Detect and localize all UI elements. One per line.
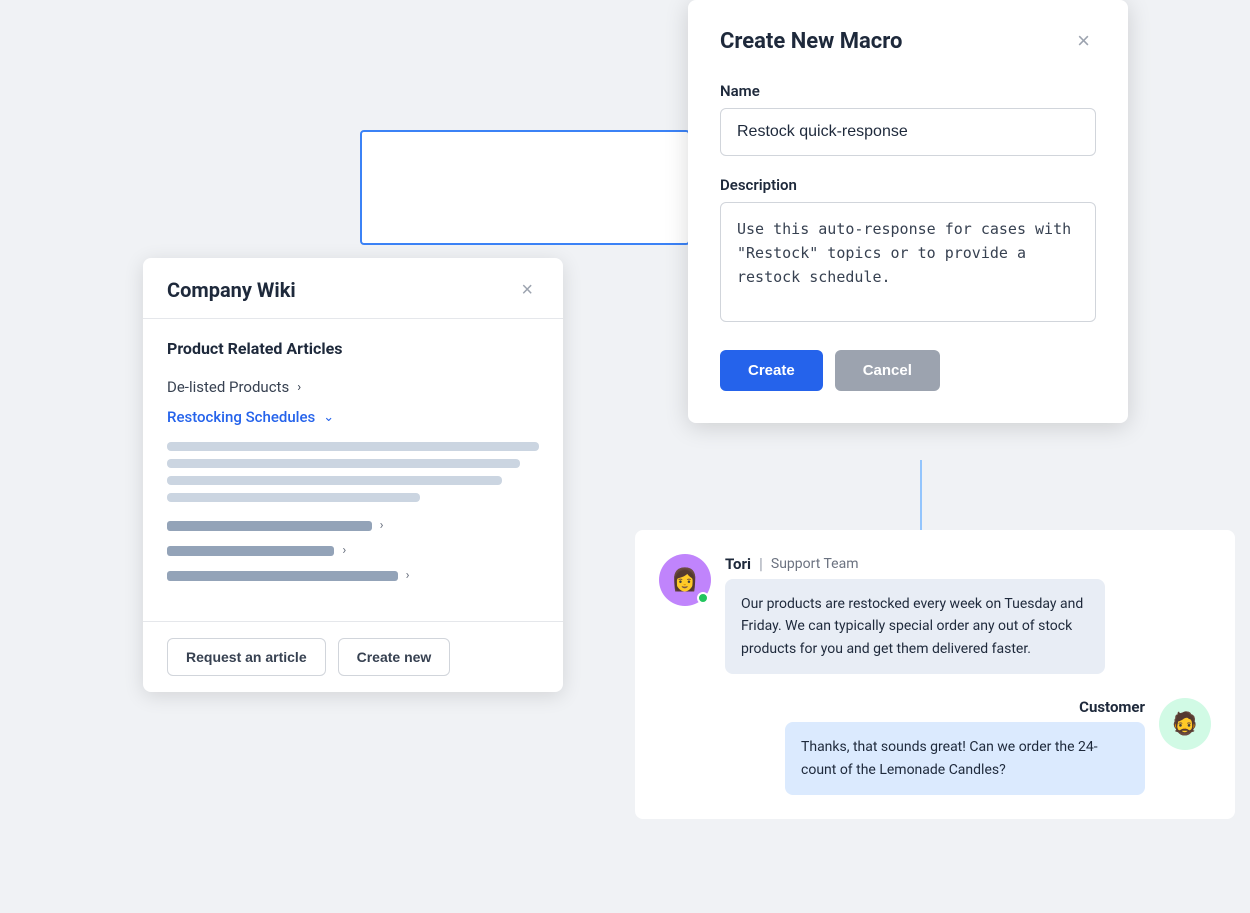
wiki-article-delisted-label: De-listed Products — [167, 378, 289, 396]
wiki-link-row-1[interactable]: › — [167, 518, 539, 533]
arrow-right-icon-1: › — [380, 518, 384, 533]
wiki-link-bar-3 — [167, 571, 398, 581]
customer-content: Customer Thanks, that sounds great! Can … — [785, 698, 1145, 795]
modal-title: Create New Macro — [720, 29, 902, 54]
arrow-right-icon-2: › — [342, 543, 346, 558]
chat-area: 👩 Tori | Support Team Our products are r… — [635, 530, 1235, 819]
wiki-article-restocking[interactable]: Restocking Schedules ⌄ — [167, 408, 539, 426]
modal-actions: Create Cancel — [720, 350, 1096, 391]
modal-close-button[interactable]: × — [1071, 28, 1096, 54]
placeholder-line-4 — [167, 493, 420, 502]
customer-label: Customer — [785, 698, 1145, 716]
create-macro-button[interactable]: Create — [720, 350, 823, 391]
request-article-button[interactable]: Request an article — [167, 638, 326, 676]
agent-separator: | — [759, 554, 763, 573]
wiki-content-placeholder — [167, 442, 539, 502]
placeholder-line-3 — [167, 476, 502, 485]
macro-description-textarea[interactable]: Use this auto-response for cases with "R… — [720, 202, 1096, 322]
wiki-footer: Request an article Create new — [143, 621, 563, 692]
wiki-link-items: › › › — [167, 518, 539, 583]
modal-header: Create New Macro × — [720, 28, 1096, 54]
agent-team: Support Team — [771, 556, 859, 572]
wiki-link-row-3[interactable]: › — [167, 568, 539, 583]
agent-name: Tori — [725, 555, 751, 573]
macro-modal: Create New Macro × Name Description Use … — [688, 0, 1128, 423]
wiki-link-bar-1 — [167, 521, 372, 531]
wiki-article-restocking-label: Restocking Schedules — [167, 408, 315, 426]
wiki-close-button[interactable]: × — [515, 278, 539, 302]
placeholder-line-1 — [167, 442, 539, 451]
chevron-down-icon: ⌄ — [323, 410, 334, 425]
wiki-panel: Company Wiki × Product Related Articles … — [143, 258, 563, 692]
agent-name-row: Tori | Support Team — [725, 554, 1105, 573]
name-label: Name — [720, 82, 1096, 100]
wiki-body: Product Related Articles De-listed Produ… — [143, 319, 563, 617]
wiki-title: Company Wiki — [167, 278, 296, 302]
description-label: Description — [720, 176, 1096, 194]
chevron-right-icon: › — [297, 380, 301, 395]
create-new-button[interactable]: Create new — [338, 638, 451, 676]
agent-online-indicator — [697, 592, 709, 604]
wiki-article-delisted[interactable]: De-listed Products › — [167, 378, 539, 396]
agent-content: Tori | Support Team Our products are res… — [725, 554, 1105, 674]
background-blue-box — [360, 130, 690, 245]
arrow-right-icon-3: › — [406, 568, 410, 583]
wiki-section-title: Product Related Articles — [167, 339, 539, 358]
customer-message: Customer Thanks, that sounds great! Can … — [659, 698, 1211, 795]
agent-message: 👩 Tori | Support Team Our products are r… — [659, 554, 1211, 674]
agent-bubble: Our products are restocked every week on… — [725, 579, 1105, 674]
agent-avatar-wrap: 👩 — [659, 554, 711, 606]
customer-avatar-emoji: 🧔 — [1171, 712, 1198, 737]
customer-avatar: 🧔 — [1159, 698, 1211, 750]
cancel-macro-button[interactable]: Cancel — [835, 350, 940, 391]
customer-bubble: Thanks, that sounds great! Can we order … — [785, 722, 1145, 795]
wiki-header: Company Wiki × — [143, 258, 563, 319]
wiki-link-row-2[interactable]: › — [167, 543, 539, 558]
agent-avatar-emoji: 👩 — [671, 568, 698, 593]
placeholder-line-2 — [167, 459, 520, 468]
wiki-link-bar-2 — [167, 546, 334, 556]
macro-name-input[interactable] — [720, 108, 1096, 156]
